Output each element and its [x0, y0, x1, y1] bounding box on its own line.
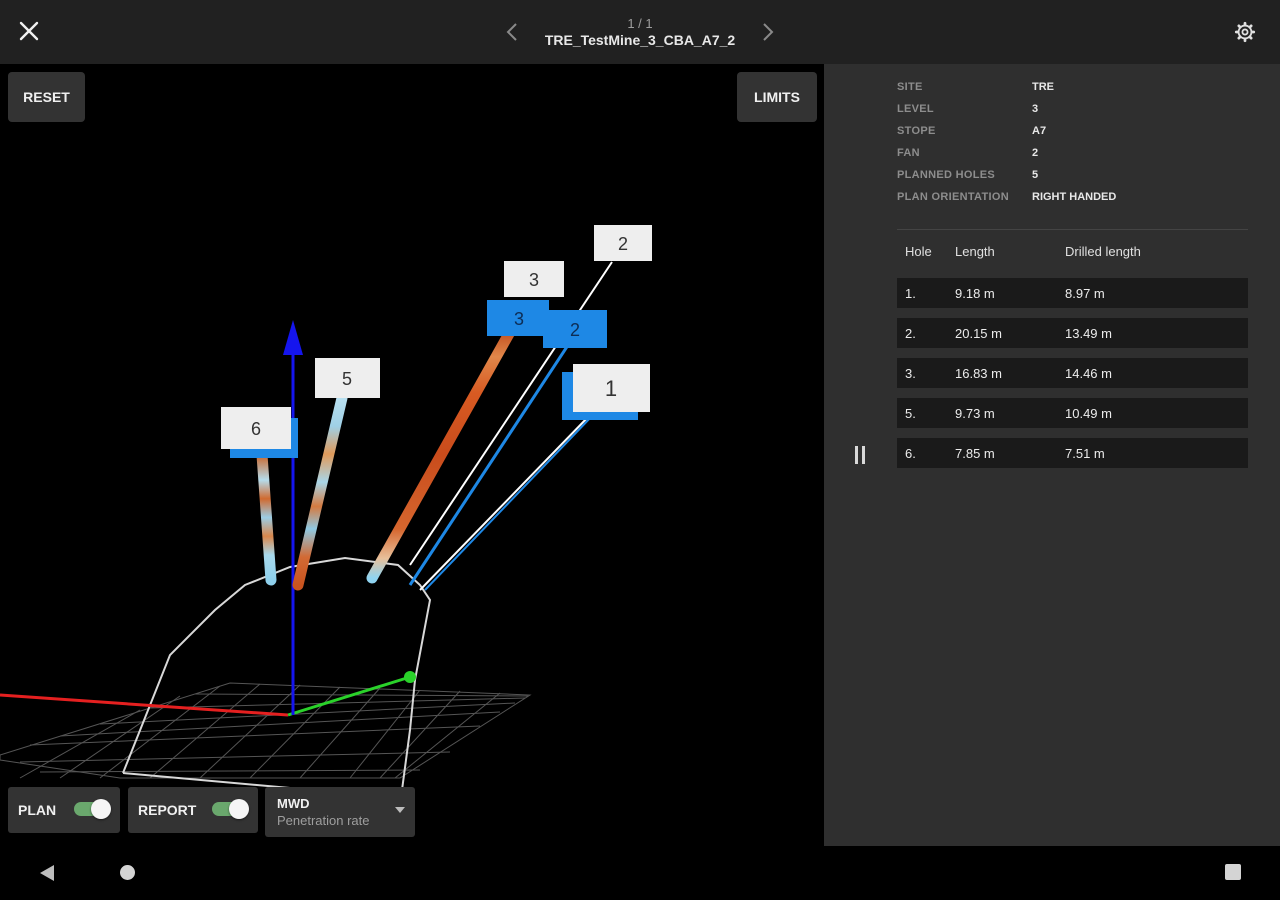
info-key: FAN [897, 147, 920, 159]
cell-drilled-length: 14.46 m [1065, 366, 1112, 381]
table-row[interactable]: 2. 20.15 m 13.49 m [897, 318, 1248, 348]
close-icon [19, 21, 39, 41]
cell-length: 9.18 m [955, 286, 995, 301]
column-header-length: Length [955, 244, 995, 259]
page-counter: 1 / 1 [627, 16, 653, 31]
next-plan-button[interactable] [756, 18, 780, 46]
limits-button[interactable]: LIMITS [737, 72, 817, 122]
plan-switch-knob [91, 799, 111, 819]
hole-label-2: 2 [594, 225, 652, 261]
hole-label-1-text: 1 [605, 376, 617, 401]
recents-square-icon[interactable] [1225, 864, 1241, 880]
cell-length: 16.83 m [955, 366, 1002, 381]
table-row[interactable]: 6. 7.85 m 7.51 m [897, 438, 1248, 468]
panel-drag-handle[interactable] [855, 446, 865, 464]
cell-hole: 5. [905, 406, 916, 421]
table-row[interactable]: 3. 16.83 m 14.46 m [897, 358, 1248, 388]
drift-profile [122, 556, 432, 791]
info-key: LEVEL [897, 103, 934, 115]
hole-label-back-2-text: 2 [570, 320, 580, 340]
plan-toggle[interactable]: PLAN [8, 787, 120, 833]
back-triangle-icon[interactable] [40, 865, 54, 881]
chevron-right-icon [763, 23, 774, 41]
home-circle-icon[interactable] [120, 865, 135, 880]
hole-label-5: 5 [315, 358, 380, 398]
info-key: PLAN ORIENTATION [897, 191, 1009, 203]
cell-hole: 1. [905, 286, 916, 301]
info-value: RIGHT HANDED [1032, 191, 1117, 203]
gear-icon [1234, 21, 1256, 43]
hole-label-3-text: 3 [529, 270, 539, 290]
cell-drilled-length: 7.51 m [1065, 446, 1105, 461]
cell-length: 7.85 m [955, 446, 995, 461]
drag-handle-bar-left [855, 446, 858, 464]
cell-hole: 6. [905, 446, 916, 461]
info-value: 2 [1032, 147, 1039, 159]
cell-drilled-length: 13.49 m [1065, 326, 1112, 341]
table-row[interactable]: 5. 9.73 m 10.49 m [897, 398, 1248, 428]
info-value: A7 [1032, 125, 1047, 137]
cell-hole: 2. [905, 326, 916, 341]
cell-length: 9.73 m [955, 406, 995, 421]
mwd-dropdown[interactable]: MWD Penetration rate [265, 787, 415, 837]
cell-drilled-length: 8.97 m [1065, 286, 1105, 301]
info-key: STOPE [897, 125, 936, 137]
drift-floor [122, 772, 291, 789]
info-value: TRE [1032, 81, 1054, 93]
report-toggle[interactable]: REPORT [128, 787, 258, 833]
settings-button[interactable] [1231, 18, 1259, 46]
plan-toggle-label: PLAN [18, 802, 57, 818]
cell-length: 20.15 m [955, 326, 1002, 341]
mwd-dropdown-label: MWD [277, 796, 310, 811]
info-value: 5 [1032, 169, 1039, 181]
drilled-hole-5 [292, 392, 348, 591]
page-title: TRE_TestMine_3_CBA_A7_2 [544, 32, 736, 48]
info-key: SITE [897, 81, 923, 93]
cell-drilled-length: 10.49 m [1065, 406, 1112, 421]
hole-label-1: 1 [573, 364, 650, 412]
close-button[interactable] [12, 14, 46, 48]
info-value: 3 [1032, 103, 1039, 115]
column-header-hole: Hole [905, 244, 932, 259]
hole-label-6: 6 [221, 407, 291, 449]
z-axis-arrow [283, 320, 303, 355]
table-row[interactable]: 1. 9.18 m 8.97 m [897, 278, 1248, 308]
title-block: 1 / 1 TRE_TestMine_3_CBA_A7_2 [520, 16, 760, 49]
hole-label-2-text: 2 [618, 234, 628, 254]
hole-label-6-text: 6 [251, 419, 261, 439]
chevron-left-icon [506, 23, 517, 41]
drag-handle-bar-right [862, 446, 865, 464]
drilled-hole-3 [366, 326, 516, 584]
hole-label-5-text: 5 [342, 369, 352, 389]
cell-hole: 3. [905, 366, 916, 381]
dropdown-caret-icon [395, 807, 405, 813]
plan-switch[interactable] [74, 799, 111, 819]
ground-grid [0, 682, 532, 779]
drilled-hole-6 [256, 449, 277, 586]
3d-viewport[interactable]: 3 2 2 3 5 6 1 [0, 64, 824, 846]
mwd-dropdown-value: Penetration rate [277, 813, 370, 828]
info-key: PLANNED HOLES [897, 169, 996, 181]
hole-label-back-3-text: 3 [514, 309, 524, 329]
hole-label-3: 3 [504, 261, 564, 297]
reset-button[interactable]: RESET [8, 72, 85, 122]
y-axis-end [404, 671, 416, 683]
section-divider [897, 229, 1248, 230]
report-switch[interactable] [212, 799, 249, 819]
report-toggle-label: REPORT [138, 802, 197, 818]
system-navigation-bar [0, 846, 1280, 900]
3d-scene[interactable]: 3 2 2 3 5 6 1 [0, 64, 824, 846]
report-switch-knob [229, 799, 249, 819]
column-header-drilled-length: Drilled length [1065, 244, 1141, 259]
